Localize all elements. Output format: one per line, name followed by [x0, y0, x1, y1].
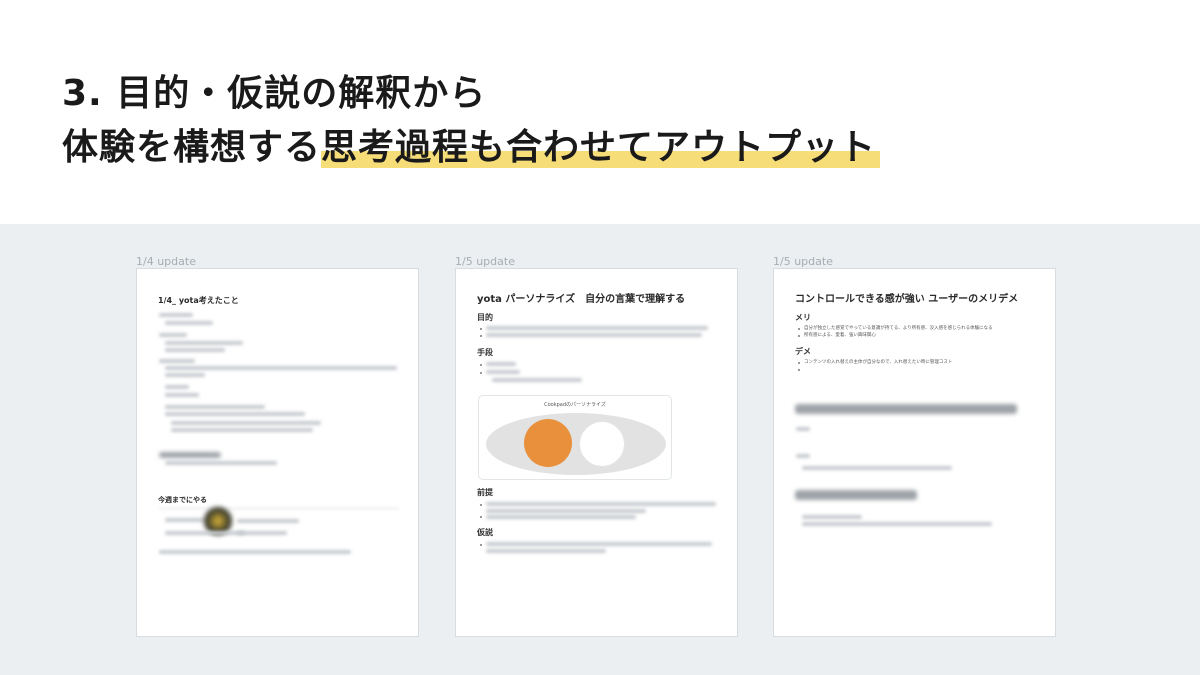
diagram-caption: Cookpadのパーソナライズ [544, 402, 606, 408]
merit-item-2: 所有感による、愛着、強い興味関心 [804, 333, 876, 338]
blurred-text [165, 531, 245, 535]
blurred-text [486, 362, 516, 366]
blurred-heading [795, 404, 1017, 414]
blurred-text [796, 454, 810, 458]
blurred-text [165, 341, 243, 345]
bullet [798, 335, 800, 337]
blurred-text [159, 333, 187, 337]
doc-2-section-premise: 前提 [477, 488, 493, 497]
blurred-heading [159, 452, 221, 458]
bullet [480, 516, 482, 518]
blurred-text [486, 326, 708, 330]
doc-3-demerit-heading: デメ [795, 347, 811, 356]
bullet [480, 364, 482, 366]
blurred-text [165, 412, 305, 416]
blurred-text [159, 550, 351, 554]
title-plain-text: 体験を構想する [62, 127, 322, 168]
blurred-text [165, 348, 225, 352]
blurred-text [165, 518, 207, 522]
blurred-text [486, 515, 636, 519]
blurred-text [802, 515, 862, 519]
blurred-text [165, 385, 189, 389]
bullet [798, 369, 800, 371]
bullet [480, 504, 482, 506]
doc-2-section-hypothesis: 仮説 [477, 528, 493, 537]
doc-card-2[interactable]: yota パーソナライズ 自分の言葉で理解する 目的 手段 Cookpadのパー… [455, 268, 738, 637]
blurred-text [802, 466, 952, 470]
bullet [798, 328, 800, 330]
blurred-text [486, 370, 520, 374]
blurred-text [486, 549, 606, 553]
doc-1-update-label: 1/4 update [136, 255, 196, 268]
doc-1-section-heading: 今週までにやる [158, 496, 207, 504]
blurred-text [171, 428, 313, 432]
diagram-white-circle [579, 421, 625, 467]
blurred-text [159, 359, 195, 363]
bullet [480, 335, 482, 337]
bullet [480, 544, 482, 546]
blurred-text [165, 393, 199, 397]
blurred-text [165, 366, 397, 370]
merit-item-1: 自分が独立した感覚でやっている意識が持てる、より所有感、没入感を感じられる体験に… [804, 326, 993, 331]
blurred-heading [795, 490, 917, 500]
doc-card-3[interactable]: コントロールできる感が強い ユーザーのメリデメ メリ 自分が独立した感覚でやって… [773, 268, 1056, 637]
title-highlighted-text: 思考過程も合わせてアウトプット [321, 127, 881, 168]
slide-title-line-1: 3. 目的・仮説の解釈から [62, 73, 487, 114]
doc-3-title: コントロールできる感が強い ユーザーのメリデメ [795, 294, 1019, 305]
bullet [798, 362, 800, 364]
slide-header: 3. 目的・仮説の解釈から 体験を構想する思考過程も合わせてアウトプット [0, 0, 1200, 224]
blurred-text [486, 502, 716, 506]
doc-card-1[interactable]: 1/4_ yota考えたこと 今週までにやる [136, 268, 419, 637]
blurred-text [165, 405, 265, 409]
slide-title-line-2: 体験を構想する思考過程も合わせてアウトプット [62, 126, 881, 170]
blurred-text [486, 333, 702, 337]
demerit-item-1: コンテンツの入れ替えの主体が自分なので、入れ替えたい時に管理コスト [804, 360, 953, 365]
blurred-text [492, 378, 582, 382]
blurred-text [171, 421, 321, 425]
bullet [480, 372, 482, 374]
doc-2-section-means: 手段 [477, 348, 493, 357]
blurred-text [165, 321, 213, 325]
diagram-orange-circle [524, 419, 572, 467]
blurred-text [486, 542, 712, 546]
blurred-text [802, 522, 992, 526]
doc-2-section-purpose: 目的 [477, 313, 493, 322]
doc-3-merit-heading: メリ [795, 313, 811, 322]
doc-2-update-label: 1/5 update [455, 255, 515, 268]
blurred-text [237, 519, 299, 523]
doc-1-title: 1/4_ yota考えたこと [158, 296, 239, 305]
blurred-text [159, 313, 193, 317]
blurred-text [165, 461, 277, 465]
diagram-outer-ellipse [486, 413, 666, 475]
blurred-text [237, 531, 287, 535]
doc-2-title: yota パーソナライズ 自分の言葉で理解する [477, 294, 686, 305]
blurred-text [165, 373, 205, 377]
blurred-text [796, 427, 810, 431]
personalize-diagram: Cookpadのパーソナライズ [478, 395, 672, 480]
bullet [480, 328, 482, 330]
divider [159, 508, 399, 509]
blurred-text [486, 509, 646, 513]
doc-3-update-label: 1/5 update [773, 255, 833, 268]
